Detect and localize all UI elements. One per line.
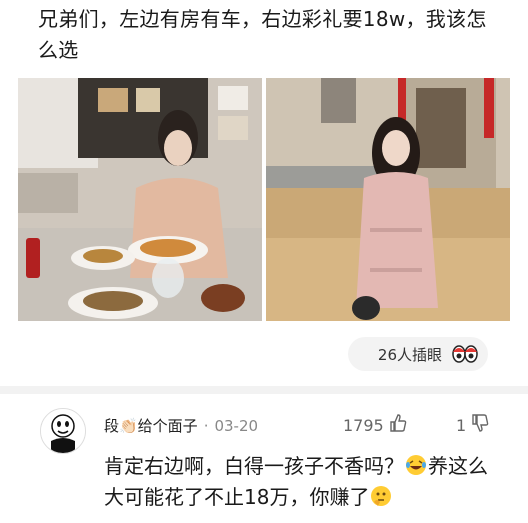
photo-right[interactable] [266,78,510,321]
like-button[interactable]: 1795 [343,413,408,437]
insert-eye-reaction[interactable]: 26人插眼 [348,337,488,371]
photo-right-illustration [266,78,510,321]
like-count: 1795 [343,415,384,435]
thinking-emoji-icon [369,484,393,508]
photo-left[interactable] [18,78,262,321]
post-title: 兄弟们，左边有房有车，右边彩礼要18w，我该怎么选 [38,7,487,62]
thumbs-up-icon [388,413,408,437]
laughing-tears-emoji-icon [404,453,428,477]
comment-text-part1: 肯定右边啊，白得一孩子不香吗？ [104,454,404,478]
comment-header: 段👏🏻给个面子 · 03-20 [104,415,259,436]
thumbs-down-icon [470,413,490,437]
eyes-icon [452,343,478,365]
dislike-button[interactable]: 1 [456,413,490,437]
avatar[interactable] [40,408,86,454]
comment-date: 03-20 [214,416,259,435]
photo-left-illustration [18,78,262,321]
comment-text: 肯定右边啊，白得一孩子不香吗？ 养这么大可能花了不止18万，你赚了 [104,451,504,513]
comment-author[interactable]: 段👏🏻给个面子 [104,415,198,436]
dislike-count: 1 [456,415,467,435]
reaction-label: 26人插眼 [377,345,442,364]
section-divider [0,386,528,394]
